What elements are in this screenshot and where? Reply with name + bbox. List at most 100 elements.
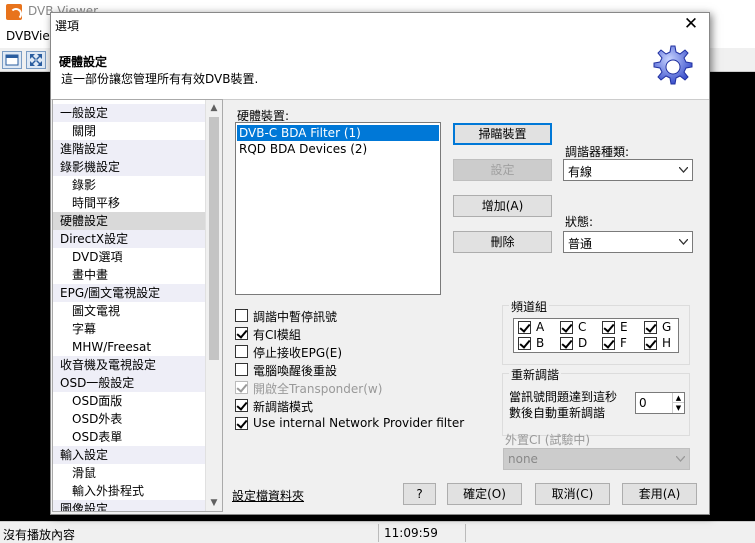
retune-desc-line2: 數後自動重新調諧	[509, 406, 606, 420]
settings-button[interactable]: 設定	[453, 159, 552, 181]
help-button[interactable]: ?	[403, 483, 436, 505]
checkbox-box[interactable]	[235, 309, 248, 322]
tree-item[interactable]: MHW/Freesat	[53, 338, 206, 356]
tree-item[interactable]: 一般設定	[53, 104, 206, 122]
retune-seconds-spinner[interactable]: 0 ▲ ▼	[635, 392, 685, 414]
checkbox-box[interactable]	[235, 417, 248, 430]
option-checkbox[interactable]: 調諧中暫停訊號	[235, 308, 455, 324]
tree-item[interactable]: 滑鼠	[53, 464, 206, 482]
spin-up-icon[interactable]: ▲	[672, 393, 684, 403]
tree-item[interactable]: OSD外表	[53, 410, 206, 428]
option-checkbox[interactable]: 新調諧模式	[235, 398, 455, 414]
tree-item[interactable]: 硬體設定	[53, 212, 206, 230]
channel-group-checkbox[interactable]: D	[560, 336, 596, 352]
checkbox-box[interactable]	[644, 321, 657, 334]
tree-item[interactable]: DirectX設定	[53, 230, 206, 248]
tree-item[interactable]: 收音機及電視設定	[53, 356, 206, 374]
header-title: 硬體設定	[59, 55, 108, 69]
tree-item[interactable]: 輸入外掛程式	[53, 482, 206, 500]
cancel-button[interactable]: 取消(C)	[535, 483, 610, 505]
tree-scrollbar[interactable]: ▲ ▼	[205, 100, 222, 511]
add-button[interactable]: 增加(A)	[453, 195, 552, 217]
device-item[interactable]: DVB-C BDA Filter (1)	[237, 125, 439, 141]
fullscreen-button[interactable]	[26, 51, 46, 69]
device-item[interactable]: RQD BDA Devices (2)	[237, 141, 439, 157]
channel-group-checkbox[interactable]: C	[560, 320, 596, 336]
checkbox-box[interactable]	[235, 363, 248, 376]
checkbox-box[interactable]	[235, 381, 248, 394]
tree-item[interactable]: 圖像設定	[53, 500, 206, 511]
tree-item[interactable]: OSD一般設定	[53, 374, 206, 392]
checkbox-box[interactable]	[602, 337, 615, 350]
channel-group-label: E	[620, 320, 628, 334]
option-checkbox[interactable]: 停止接收EPG(E)	[235, 344, 455, 360]
ok-button[interactable]: 確定(O)	[447, 483, 522, 505]
external-ci-select[interactable]: none	[503, 448, 690, 470]
checkbox-box[interactable]	[560, 337, 573, 350]
checkbox-box[interactable]	[518, 337, 531, 350]
scroll-down-icon[interactable]: ▼	[206, 495, 222, 511]
state-select[interactable]: 普通	[563, 231, 693, 253]
checkbox-box[interactable]	[235, 399, 248, 412]
window-view-button[interactable]	[2, 51, 22, 69]
tree-item[interactable]: DVD選項	[53, 248, 206, 266]
tree-item[interactable]: 畫中畫	[53, 266, 206, 284]
gear-icon	[653, 45, 693, 85]
options-tree: 一般設定 關閉 進階設定 錄影機設定 錄影 時間平移 硬體設定 DirectX設定 DVD選項畫…	[52, 99, 223, 512]
option-checkbox[interactable]: Use internal Network Provider filter	[235, 416, 464, 432]
close-icon[interactable]: ✕	[679, 14, 703, 34]
chevron-down-icon	[679, 167, 688, 173]
checkbox-box[interactable]	[518, 321, 531, 334]
tree-item[interactable]: 輸入設定	[53, 446, 206, 464]
status-time: 11:09:59	[384, 526, 438, 540]
expand-arrows-icon	[30, 54, 42, 66]
channel-group-label: C	[578, 320, 587, 334]
option-checkbox[interactable]: 有CI模組	[235, 326, 455, 342]
option-label: 開啟全Transponder(w)	[253, 382, 383, 396]
checkbox-box[interactable]	[235, 345, 248, 358]
channel-group-checkbox[interactable]: A	[518, 320, 554, 336]
apply-button[interactable]: 套用(A)	[622, 483, 697, 505]
checkbox-box[interactable]	[560, 321, 573, 334]
channel-group-checkbox[interactable]: F	[602, 336, 638, 352]
channel-group-label: F	[620, 336, 627, 350]
tree-item[interactable]: OSD面版	[53, 392, 206, 410]
option-label: 電腦喚醒後重設	[253, 364, 338, 378]
channel-group-label: B	[536, 336, 545, 350]
config-folder-link[interactable]: 設定檔資料夾	[232, 487, 304, 504]
tuner-type-select[interactable]: 有線	[563, 159, 693, 181]
channel-group-label: H	[662, 336, 672, 350]
checkbox-box[interactable]	[602, 321, 615, 334]
status-separator	[465, 524, 466, 542]
option-checkbox[interactable]: 電腦喚醒後重設	[235, 362, 455, 378]
dialog-titlebar: 選項 ✕	[51, 13, 709, 35]
channel-group-checkbox[interactable]: H	[644, 336, 680, 352]
scroll-thumb[interactable]	[209, 117, 219, 360]
retune-group-box: 重新調諧 當訊號問題達到這秒 數後自動重新調諧 0 ▲ ▼	[502, 366, 690, 436]
scan-devices-button[interactable]: 掃瞄裝置	[453, 123, 552, 145]
scroll-up-icon[interactable]: ▲	[206, 100, 222, 116]
status-playback-text: 沒有播放內容	[3, 528, 76, 542]
retune-title: 重新調諧	[509, 366, 562, 383]
devices-listbox[interactable]: DVB-C BDA Filter (1) RQD BDA Devices (2)	[235, 122, 441, 295]
tree-item[interactable]: 進階設定	[53, 140, 206, 158]
tree-item[interactable]: EPG/圖文電視設定	[53, 284, 206, 302]
dialog-title: 選項	[55, 19, 80, 33]
spin-down-icon[interactable]: ▼	[672, 403, 684, 413]
checkbox-box[interactable]	[644, 337, 657, 350]
tree-item[interactable]: 圖文電視	[53, 302, 206, 320]
tree-item[interactable]: OSD表單	[53, 428, 206, 446]
header-description: 這一部份讓您管理所有有效DVB裝置.	[61, 72, 259, 86]
status-bar: 沒有播放內容 11:09:59	[0, 521, 755, 543]
tree-item[interactable]: 錄影機設定	[53, 158, 206, 176]
option-checkbox[interactable]: 開啟全Transponder(w)	[235, 380, 455, 396]
checkbox-box[interactable]	[235, 327, 248, 340]
tree-item[interactable]: 時間平移	[53, 194, 206, 212]
tree-item[interactable]: 關閉	[53, 122, 206, 140]
remove-button[interactable]: 刪除	[453, 231, 552, 253]
channel-group-checkbox[interactable]: E	[602, 320, 638, 336]
tree-item[interactable]: 字幕	[53, 320, 206, 338]
channel-group-checkbox[interactable]: B	[518, 336, 554, 352]
channel-group-checkbox[interactable]: G	[644, 320, 680, 336]
tree-item[interactable]: 錄影	[53, 176, 206, 194]
